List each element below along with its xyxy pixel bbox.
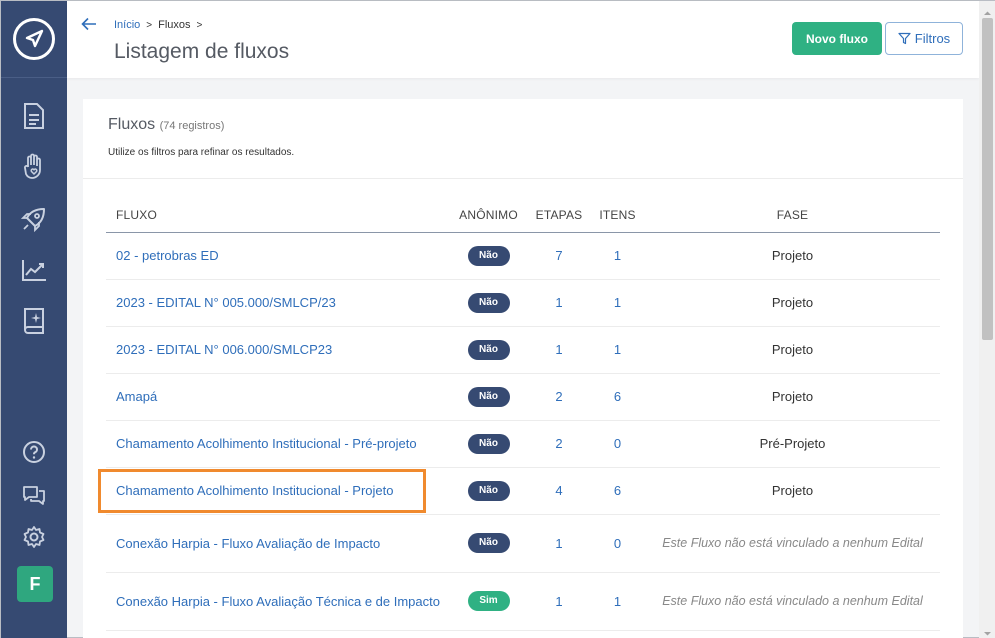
items-count[interactable]: 0 (590, 420, 645, 468)
hand-heart-icon[interactable] (20, 153, 48, 181)
items-count[interactable]: 1 (590, 572, 645, 631)
chat-icon[interactable] (20, 481, 48, 509)
phase-cell: Pré-Projeto (645, 420, 940, 468)
steps-count[interactable]: 7 (528, 232, 590, 280)
breadcrumb-chevron-icon: > (146, 19, 153, 31)
items-count[interactable]: 1 (590, 232, 645, 280)
settings-gear-icon[interactable] (20, 523, 48, 551)
column-header-anonymous[interactable]: ANÔNIMO (449, 199, 528, 233)
breadcrumb-chevron-icon: > (196, 19, 203, 31)
flow-name-link[interactable]: Amapá (106, 373, 449, 421)
page-title: Listagem de fluxos (114, 40, 290, 63)
anonymous-badge: Não (467, 480, 510, 501)
steps-count[interactable]: 1 (528, 326, 590, 374)
phase-cell: Projeto (645, 279, 940, 327)
table-header-row: FLUXO ANÔNIMO ETAPAS ITENS FASE (106, 199, 940, 233)
anonymous-cell: Não (449, 373, 528, 421)
phase-cell: Projeto (645, 326, 940, 374)
column-header-items[interactable]: ITENS (590, 199, 645, 233)
table-row: Chamamento Acolhimento Institucional - P… (106, 467, 940, 515)
table-row: Chamamento Acolhimento Institucional - P… (106, 420, 940, 468)
items-count[interactable]: 6 (590, 467, 645, 515)
flow-name-link[interactable]: 2023 - EDITAL N° 005.000/SMLCP/23 (106, 279, 449, 327)
sidebar: F (1, 1, 67, 638)
steps-count[interactable]: 1 (528, 279, 590, 327)
anonymous-cell: Não (449, 514, 528, 573)
items-count[interactable]: 6 (590, 373, 645, 421)
phase-cell: Projeto (645, 467, 940, 515)
page-header: Início > Fluxos > Listagem de fluxos Nov… (67, 1, 979, 78)
table-row: 2023 - EDITAL N° 005.000/SMLCP/23 Não 1 … (106, 279, 940, 327)
anonymous-badge: Não (467, 533, 510, 553)
flow-name-link[interactable]: 2023 - EDITAL N° 006.000/SMLCP23 (106, 326, 449, 374)
app-logo-icon[interactable] (13, 18, 55, 60)
anonymous-cell: Não (449, 279, 528, 327)
flows-card: Fluxos (74 registros) Utilize os filtros… (83, 99, 963, 638)
flow-name-link[interactable]: 02 - petrobras ED (106, 232, 449, 280)
book-sparkle-icon[interactable] (20, 307, 48, 335)
card-title: Fluxos (74 registros) (108, 116, 224, 134)
document-icon[interactable] (20, 102, 48, 130)
help-icon[interactable] (20, 438, 48, 466)
breadcrumb-current: Fluxos (158, 19, 191, 31)
table-row: Amapá Não 2 6 Projeto (106, 373, 940, 421)
phase-cell: Projeto (645, 232, 940, 280)
flows-table: FLUXO ANÔNIMO ETAPAS ITENS FASE 02 - pet… (106, 199, 940, 631)
table-row: Conexão Harpia - Fluxo Avaliação Técnica… (106, 572, 940, 631)
filters-button-label: Filtros (914, 31, 951, 46)
flow-name-link[interactable]: Chamamento Acolhimento Institucional - P… (106, 420, 449, 468)
card-divider (83, 178, 963, 179)
card-title-text: Fluxos (108, 116, 156, 133)
steps-count[interactable]: 4 (528, 467, 590, 515)
chart-line-icon[interactable] (20, 256, 48, 284)
anonymous-cell: Não (449, 420, 528, 468)
column-header-phase[interactable]: FASE (645, 199, 940, 233)
table-row: 02 - petrobras ED Não 7 1 Projeto (106, 232, 940, 280)
scroll-up-arrow-icon[interactable] (983, 5, 992, 15)
record-count: (74 registros) (159, 120, 225, 132)
steps-count[interactable]: 1 (528, 514, 590, 573)
anonymous-cell: Não (449, 232, 528, 280)
filter-icon (898, 32, 911, 45)
steps-count[interactable]: 2 (528, 420, 590, 468)
steps-count[interactable]: 1 (528, 572, 590, 631)
anonymous-cell: Sim (449, 572, 528, 631)
anonymous-badge: Não (467, 433, 510, 454)
back-arrow-icon[interactable] (80, 15, 98, 33)
table-row: 2023 - EDITAL N° 006.000/SMLCP23 Não 1 1… (106, 326, 940, 374)
sidebar-divider (1, 77, 67, 78)
anonymous-badge: Não (467, 339, 510, 360)
card-subtitle: Utilize os filtros para refinar os resul… (108, 147, 295, 158)
scrollbar-thumb[interactable] (982, 18, 993, 340)
phase-cell: Este Fluxo não está vinculado a nenhum E… (645, 572, 940, 631)
flow-name-link[interactable]: Chamamento Acolhimento Institucional - P… (106, 467, 449, 515)
anonymous-badge: Sim (467, 591, 510, 611)
column-header-flow[interactable]: FLUXO (106, 199, 449, 233)
anonymous-badge: Não (467, 292, 510, 313)
anonymous-cell: Não (449, 467, 528, 515)
breadcrumb-home-link[interactable]: Início (114, 19, 140, 31)
items-count[interactable]: 1 (590, 326, 645, 374)
user-avatar[interactable]: F (17, 566, 53, 602)
anonymous-cell: Não (449, 326, 528, 374)
flow-name-link[interactable]: Conexão Harpia - Fluxo Avaliação de Impa… (106, 514, 449, 573)
items-count[interactable]: 1 (590, 279, 645, 327)
phase-cell: Projeto (645, 373, 940, 421)
breadcrumb: Início > Fluxos > (114, 19, 202, 31)
items-count[interactable]: 0 (590, 514, 645, 573)
anonymous-badge: Não (467, 245, 510, 266)
rocket-icon[interactable] (20, 205, 48, 233)
steps-count[interactable]: 2 (528, 373, 590, 421)
flow-name-link[interactable]: Conexão Harpia - Fluxo Avaliação Técnica… (106, 572, 449, 631)
anonymous-badge: Não (467, 386, 510, 407)
scroll-down-arrow-icon[interactable] (983, 625, 992, 636)
table-row: Conexão Harpia - Fluxo Avaliação de Impa… (106, 514, 940, 573)
new-flow-button[interactable]: Novo fluxo (792, 22, 882, 55)
vertical-scrollbar[interactable] (979, 1, 995, 638)
phase-cell: Este Fluxo não está vinculado a nenhum E… (645, 514, 940, 573)
filters-button[interactable]: Filtros (885, 22, 963, 55)
column-header-steps[interactable]: ETAPAS (528, 199, 590, 233)
